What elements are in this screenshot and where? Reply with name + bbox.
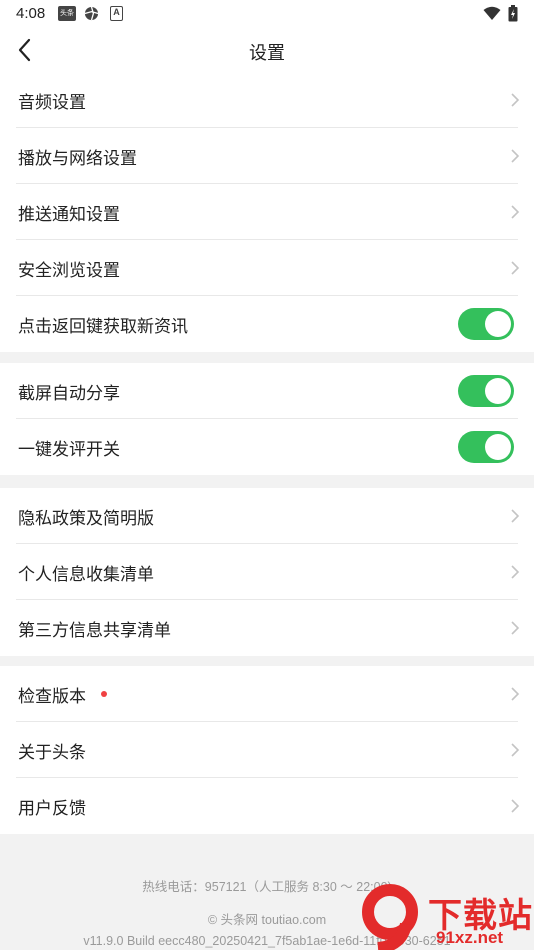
chevron-right-icon [511, 509, 520, 523]
status-time: 4:08 [16, 5, 46, 22]
settings-row[interactable]: 关于头条 [0, 722, 534, 778]
battery-icon [508, 5, 518, 22]
settings-row-label: 用户反馈 [18, 799, 86, 819]
chevron-right-icon [511, 687, 520, 701]
page-title: 设置 [249, 43, 285, 64]
toggle-switch[interactable] [458, 375, 514, 407]
settings-row-label: 音频设置 [18, 93, 86, 113]
chevron-right-icon [511, 261, 520, 275]
chevron-right-icon [511, 149, 520, 163]
chevron-right-icon [511, 799, 520, 813]
toggle-knob [485, 378, 511, 404]
status-bar: 4:08 头条 A [0, 0, 534, 28]
watermark-logo-icon [362, 884, 418, 950]
aperture-icon [84, 6, 99, 21]
chevron-right-icon [511, 565, 520, 579]
settings-row-label: 推送通知设置 [18, 205, 120, 225]
settings-row-label: 安全浏览设置 [18, 261, 120, 281]
chevron-right-icon [511, 621, 520, 635]
settings-row[interactable]: 播放与网络设置 [0, 128, 534, 184]
settings-row[interactable]: 安全浏览设置 [0, 240, 534, 296]
site-watermark: 下载站 91xz.net [356, 884, 534, 950]
settings-row[interactable]: 点击返回键获取新资讯 [0, 296, 534, 352]
settings-row-label: 个人信息收集清单 [18, 565, 154, 585]
settings-row-label: 隐私政策及简明版 [18, 509, 154, 529]
toggle-knob [485, 434, 511, 460]
settings-group: 截屏自动分享 一键发评开关 [0, 363, 534, 475]
settings-row[interactable]: 一键发评开关 [0, 419, 534, 475]
update-badge-dot [101, 691, 107, 697]
settings-row-label: 检查版本 [18, 687, 86, 707]
chevron-right-icon [511, 743, 520, 757]
chevron-right-icon [511, 205, 520, 219]
chevron-right-icon [511, 93, 520, 107]
toggle-knob [485, 311, 511, 337]
toggle-switch[interactable] [458, 308, 514, 340]
settings-row-label: 第三方信息共享清单 [18, 621, 171, 641]
settings-group: 音频设置播放与网络设置 推送通知设置 安全浏览设置点击返回键获取新资讯 [0, 72, 534, 352]
settings-group: 检查版本关于头条用户反馈 [0, 666, 534, 834]
a-letter-icon: A [110, 6, 123, 21]
settings-row[interactable]: 推送通知设置 [0, 184, 534, 240]
settings-row-label: 截屏自动分享 [18, 384, 120, 404]
settings-row-label: 关于头条 [18, 743, 86, 763]
settings-row-label: 点击返回键获取新资讯 [18, 317, 188, 337]
settings-row[interactable]: 第三方信息共享清单 [0, 600, 534, 656]
settings-row[interactable]: 隐私政策及简明版 [0, 488, 534, 544]
settings-row[interactable]: 检查版本 [0, 666, 534, 722]
wifi-icon [483, 6, 501, 20]
news-app-icon: 头条 [58, 6, 76, 21]
settings-row-label: 播放与网络设置 [18, 149, 137, 169]
settings-row[interactable]: 音频设置 [0, 72, 534, 128]
settings-row-label: 一键发评开关 [18, 440, 120, 460]
settings-row[interactable]: 个人信息收集清单 [0, 544, 534, 600]
settings-group: 隐私政策及简明版 个人信息收集清单 第三方信息共享清单 [0, 488, 534, 656]
watermark-domain: 91xz.net [436, 928, 504, 947]
toggle-switch[interactable] [458, 431, 514, 463]
settings-row[interactable]: 用户反馈 [0, 778, 534, 834]
settings-row[interactable]: 截屏自动分享 [0, 363, 534, 419]
top-bar: 设置 [0, 28, 534, 72]
